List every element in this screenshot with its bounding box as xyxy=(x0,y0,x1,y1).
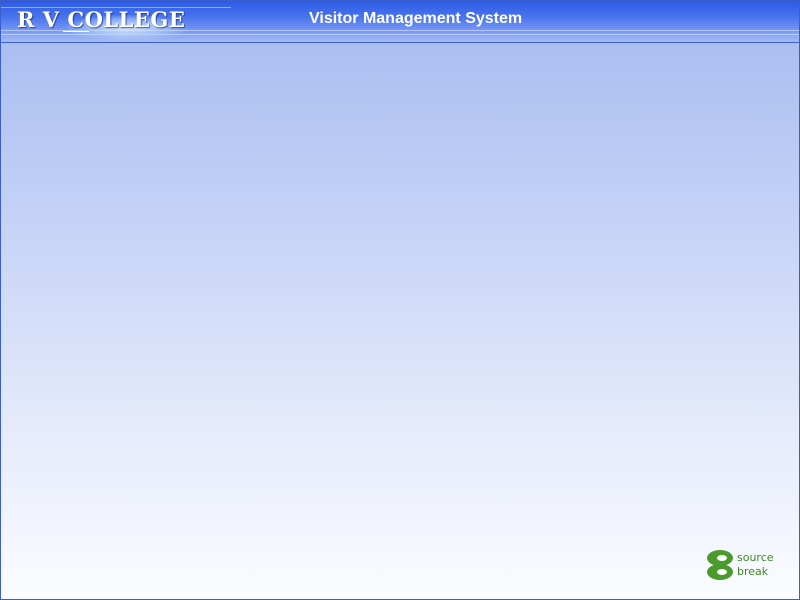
header-bar: R V COLLEGE Visitor Management System xyxy=(1,1,799,43)
app-title: Visitor Management System xyxy=(309,10,523,27)
sourcebreak-text-line2: break xyxy=(737,565,769,578)
sourcebreak-text-line1: source xyxy=(737,551,774,564)
main-content-area xyxy=(1,43,799,599)
college-logo: R V COLLEGE xyxy=(7,5,227,41)
sourcebreak-logo: source break xyxy=(706,549,786,581)
app-window: R V COLLEGE Visitor Management System so… xyxy=(0,0,800,600)
sourcebreak-logo-icon xyxy=(707,550,733,580)
logo-underline xyxy=(63,31,89,32)
college-name: R V COLLEGE xyxy=(17,7,186,32)
